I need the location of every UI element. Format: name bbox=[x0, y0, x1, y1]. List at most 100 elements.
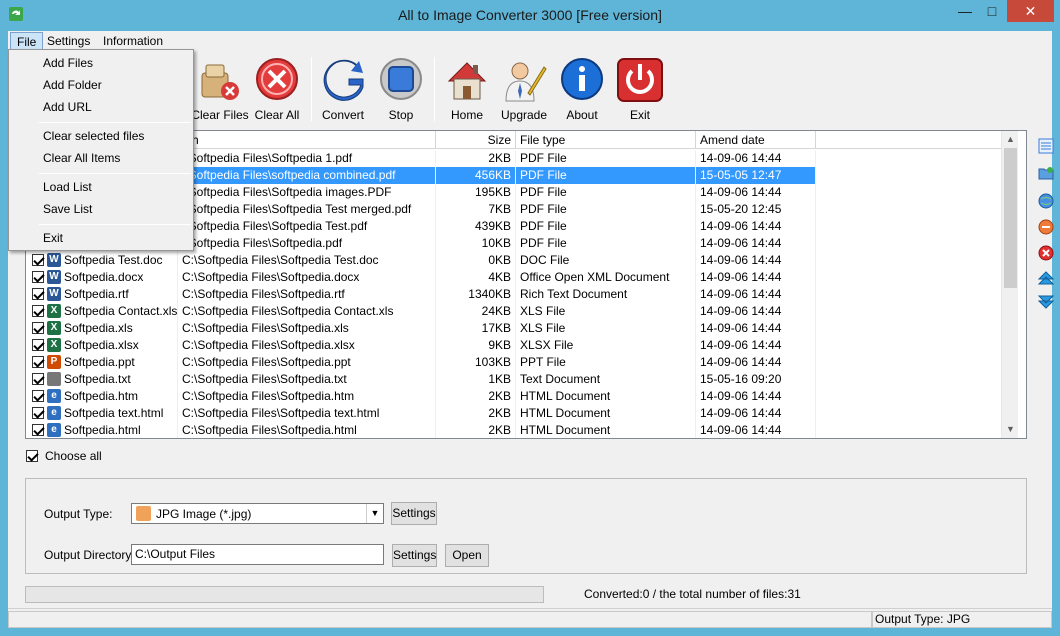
row-checkbox[interactable] bbox=[32, 254, 44, 266]
title-bar[interactable]: All to Image Converter 3000 [Free versio… bbox=[0, 0, 1060, 31]
exit-button[interactable]: Exit bbox=[610, 55, 670, 125]
menu-item-save-list[interactable]: Save List bbox=[11, 199, 191, 220]
name-cell[interactable]: W Softpedia Test.doc bbox=[26, 252, 178, 269]
open-button[interactable]: Open bbox=[445, 544, 489, 567]
column-header-size[interactable]: Size bbox=[436, 131, 516, 149]
date-cell: 14-09-06 14:44 bbox=[696, 405, 816, 422]
scroll-thumb[interactable] bbox=[1004, 148, 1017, 288]
maximize-button[interactable]: □ bbox=[978, 0, 1006, 22]
stop-button[interactable]: Stop bbox=[371, 55, 431, 125]
menu-item-clear-selected[interactable]: Clear selected files bbox=[11, 126, 191, 147]
column-header-date[interactable]: Amend date bbox=[696, 131, 816, 149]
name-cell[interactable]: W Softpedia.rtf bbox=[26, 286, 178, 303]
table-row[interactable]: W Softpedia.rtf C:\Softpedia Files\Softped… bbox=[26, 286, 1001, 303]
size-cell: 2KB bbox=[436, 422, 516, 438]
chevron-down-icon[interactable]: ▼ bbox=[366, 504, 383, 523]
vertical-scrollbar[interactable]: ▲ ▼ bbox=[1001, 131, 1018, 438]
clear-icon[interactable] bbox=[1038, 245, 1054, 261]
row-checkbox[interactable] bbox=[32, 288, 44, 300]
menu-item-add-url[interactable]: Add URL bbox=[11, 97, 191, 118]
path-cell: C:\Softpedia Files\Softpedia.html bbox=[178, 422, 436, 438]
choose-all-check-icon[interactable] bbox=[26, 450, 38, 462]
remove-icon[interactable] bbox=[1038, 219, 1054, 235]
row-checkbox[interactable] bbox=[32, 407, 44, 419]
scroll-down-icon[interactable]: ▼ bbox=[1002, 421, 1019, 438]
row-checkbox[interactable] bbox=[32, 373, 44, 385]
row-checkbox[interactable] bbox=[32, 322, 44, 334]
table-row[interactable]: e Softpedia.html C:\Softpedia Files\Softpe… bbox=[26, 422, 1001, 438]
menu-item-exit[interactable]: Exit bbox=[11, 228, 191, 249]
type-cell: XLSX File bbox=[516, 337, 696, 354]
output-type-select[interactable]: JPG Image (*.jpg) ▼ bbox=[131, 503, 384, 524]
menu-item-add-folder[interactable]: Add Folder bbox=[11, 75, 191, 96]
move-up-icon[interactable] bbox=[1038, 271, 1054, 287]
output-settings-group: Output Type: JPG Image (*.jpg) ▼ Setting… bbox=[25, 478, 1027, 574]
word-file-icon: W bbox=[47, 253, 61, 267]
row-checkbox[interactable] bbox=[32, 424, 44, 436]
menu-information[interactable]: Information bbox=[97, 32, 169, 50]
name-cell[interactable]: W Softpedia.docx bbox=[26, 269, 178, 286]
menu-file[interactable]: File bbox=[10, 32, 44, 50]
stop-label: Stop bbox=[388, 108, 414, 122]
name-cell[interactable]: P Softpedia.ppt bbox=[26, 354, 178, 371]
name-cell[interactable]: e Softpedia.htm bbox=[26, 388, 178, 405]
menu-item-add-files[interactable]: Add Files bbox=[11, 53, 191, 74]
output-type-settings-button[interactable]: Settings bbox=[391, 502, 437, 525]
row-checkbox[interactable] bbox=[32, 339, 44, 351]
table-row[interactable]: W Softpedia.docx C:\Softpedia Files\Softpe… bbox=[26, 269, 1001, 286]
column-header-path[interactable]: ath bbox=[178, 131, 436, 149]
table-row[interactable]: e Softpedia.htm C:\Softpedia Files\Softped… bbox=[26, 388, 1001, 405]
row-checkbox[interactable] bbox=[32, 356, 44, 368]
status-output-type: Output Type: JPG bbox=[872, 611, 1052, 628]
name-cell[interactable]: e Softpedia text.html bbox=[26, 405, 178, 422]
table-row[interactable]: P Softpedia.ppt C:\Softpedia Files\Softped… bbox=[26, 354, 1001, 371]
add-folder-icon[interactable] bbox=[1038, 165, 1054, 181]
html-file-icon: e bbox=[47, 389, 61, 403]
status-bar: Output Type: JPG bbox=[8, 608, 1052, 628]
row-checkbox[interactable] bbox=[32, 271, 44, 283]
column-header-type[interactable]: File type bbox=[516, 131, 696, 149]
menu-item-load-list[interactable]: Load List bbox=[11, 177, 191, 198]
type-cell: HTML Document bbox=[516, 422, 696, 438]
list-view-icon[interactable] bbox=[1038, 138, 1054, 154]
clear-all-button[interactable]: Clear All bbox=[247, 55, 307, 125]
close-button[interactable]: ✕ bbox=[1007, 0, 1054, 22]
row-checkbox[interactable] bbox=[32, 390, 44, 402]
size-cell: 7KB bbox=[436, 201, 516, 218]
name-cell[interactable]: X Softpedia.xlsx bbox=[26, 337, 178, 354]
menu-separator bbox=[39, 122, 191, 123]
type-cell: PDF File bbox=[516, 235, 696, 252]
name-cell[interactable]: X Softpedia.xls bbox=[26, 320, 178, 337]
path-cell: C:\Softpedia Files\Softpedia.htm bbox=[178, 388, 436, 405]
file-name: Softpedia.rtf bbox=[64, 287, 129, 301]
menu-settings[interactable]: Settings bbox=[41, 32, 96, 50]
date-cell: 14-09-06 14:44 bbox=[696, 235, 816, 252]
table-row[interactable]: e Softpedia text.html C:\Softpedia Files\S… bbox=[26, 405, 1001, 422]
name-cell[interactable]: X Softpedia Contact.xls bbox=[26, 303, 178, 320]
row-checkbox[interactable] bbox=[32, 305, 44, 317]
table-row[interactable]: X Softpedia Contact.xls C:\Softpedia Files… bbox=[26, 303, 1001, 320]
minimize-button[interactable]: — bbox=[951, 0, 979, 22]
size-cell: 9KB bbox=[436, 337, 516, 354]
type-cell: PDF File bbox=[516, 201, 696, 218]
table-row[interactable]: X Softpedia.xls C:\Softpedia Files\Softped… bbox=[26, 320, 1001, 337]
output-directory-input[interactable]: C:\Output Files bbox=[131, 544, 384, 565]
scroll-up-icon[interactable]: ▲ bbox=[1002, 131, 1019, 148]
convert-icon bbox=[323, 59, 364, 101]
size-cell: 1340KB bbox=[436, 286, 516, 303]
name-cell[interactable]: Softpedia.txt bbox=[26, 371, 178, 388]
output-directory-settings-button[interactable]: Settings bbox=[392, 544, 437, 567]
name-cell[interactable]: e Softpedia.html bbox=[26, 422, 178, 438]
table-row[interactable]: W Softpedia Test.doc C:\Softpedia Files\So… bbox=[26, 252, 1001, 269]
size-cell: 103KB bbox=[436, 354, 516, 371]
table-row[interactable]: X Softpedia.xlsx C:\Softpedia Files\Softpe… bbox=[26, 337, 1001, 354]
file-name: Softpedia Test.doc bbox=[64, 253, 163, 267]
menu-item-clear-all[interactable]: Clear All Items bbox=[11, 148, 191, 169]
path-cell: C:\Softpedia Files\Softpedia.ppt bbox=[178, 354, 436, 371]
type-cell: XLS File bbox=[516, 320, 696, 337]
type-cell: XLS File bbox=[516, 303, 696, 320]
globe-icon[interactable] bbox=[1038, 193, 1054, 209]
excel-file-icon: X bbox=[47, 321, 61, 335]
table-row[interactable]: Softpedia.txt C:\Softpedia Files\Softpedi… bbox=[26, 371, 1001, 388]
move-down-icon[interactable] bbox=[1038, 293, 1054, 309]
